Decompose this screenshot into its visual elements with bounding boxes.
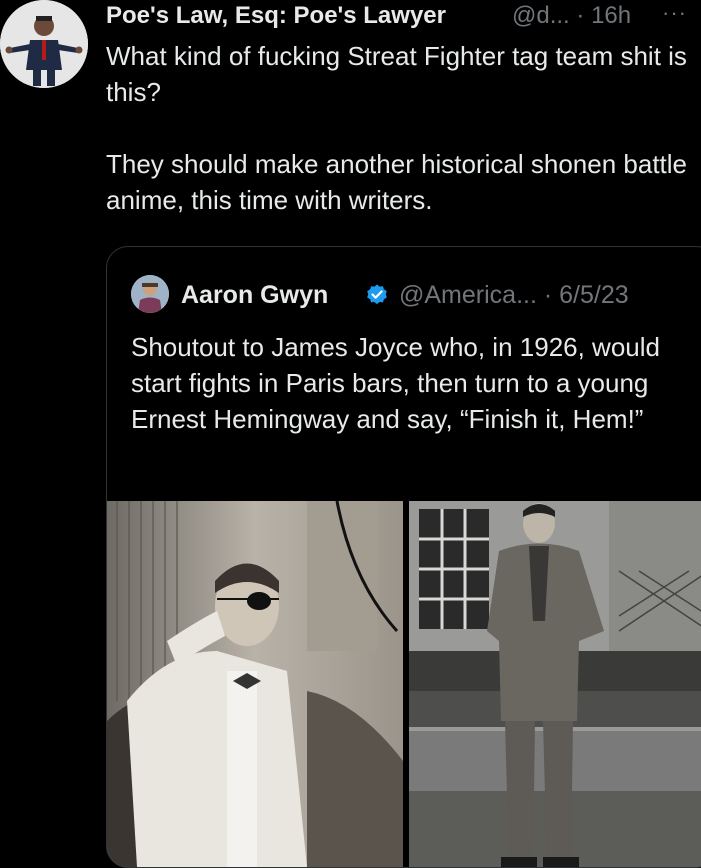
quoted-author-avatar[interactable] — [131, 275, 169, 313]
quoted-author-handle[interactable]: @America... — [399, 281, 537, 309]
quoted-tweet[interactable]: Aaron Gwyn @America... · 6/5/23 Shoutout… — [106, 246, 701, 868]
author-name[interactable]: Poe's Law, Esq: Poe's Lawyer — [106, 2, 446, 30]
tweet-time[interactable]: 16h — [591, 2, 631, 29]
verified-badge-icon — [367, 284, 387, 305]
author-handle[interactable]: @d... — [512, 2, 570, 29]
quoted-date[interactable]: 6/5/23 — [559, 281, 629, 309]
tweet-text: What kind of fucking Streat Fighter tag … — [106, 41, 688, 215]
author-avatar[interactable] — [0, 0, 88, 88]
photo-ernest-hemingway[interactable] — [409, 501, 701, 867]
author-handle-and-time[interactable]: @d... · 16h — [512, 2, 631, 30]
quoted-author-name[interactable]: Aaron Gwyn — [181, 281, 328, 310]
quoted-tweet-text: Shoutout to James Joyce who, in 1926, wo… — [131, 332, 660, 434]
quoted-handle-and-date[interactable]: @America... · 6/5/23 — [399, 281, 629, 310]
more-icon[interactable]: ··· — [662, 0, 687, 26]
tweet-header: Poe's Law, Esq: Poe's Lawyer @d... · 16h… — [106, 0, 701, 30]
photo-james-joyce[interactable] — [107, 501, 403, 867]
time-separator: · — [576, 2, 585, 29]
quoted-time-separator: · — [543, 281, 553, 309]
